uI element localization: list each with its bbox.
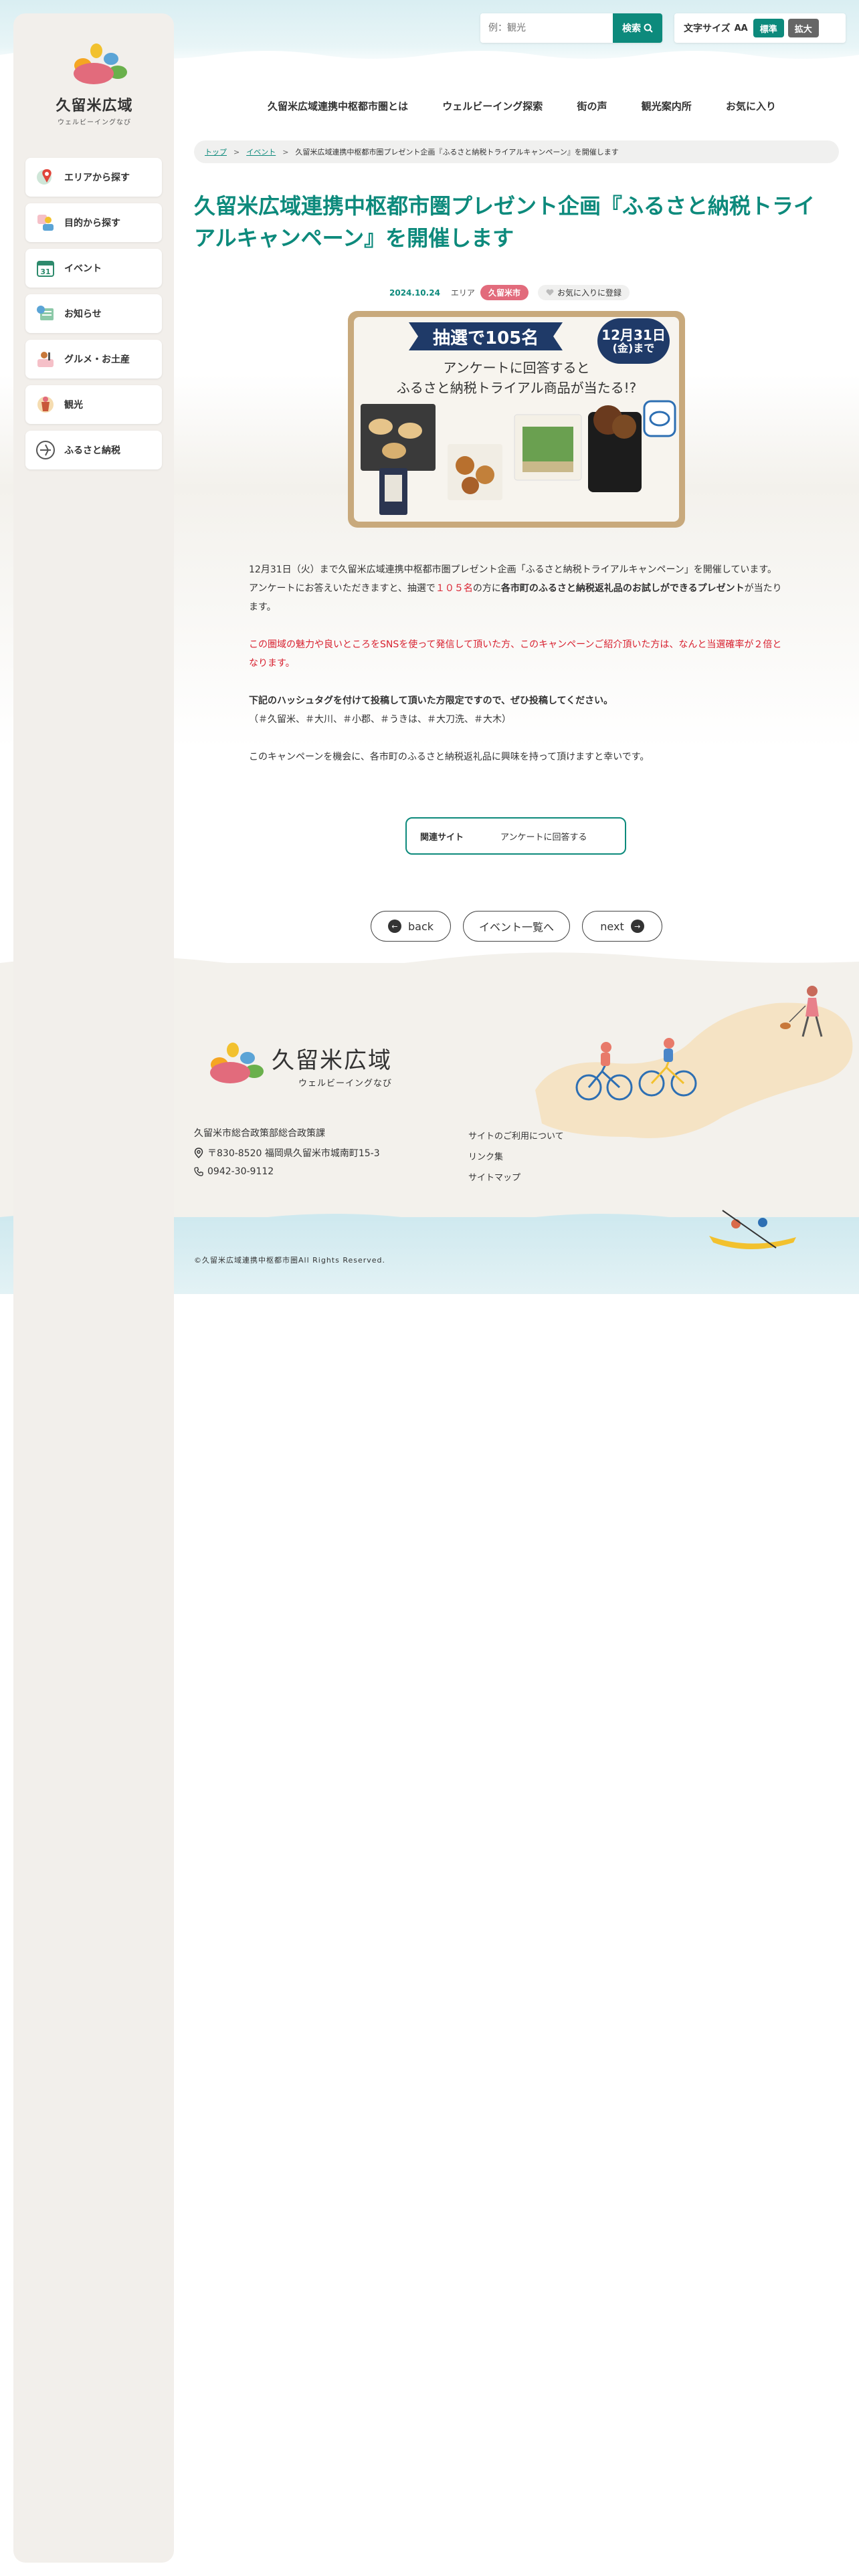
- breadcrumb-home[interactable]: トップ: [205, 146, 227, 157]
- sidebar-item-sightseeing[interactable]: 観光: [25, 385, 162, 424]
- area-tag[interactable]: 久留米市: [480, 285, 529, 300]
- hero-image: 抽選で105名 12月31日 (金)まで アンケートに回答すると ふるさと納税ト…: [348, 311, 685, 528]
- search-input[interactable]: [480, 13, 613, 43]
- product-photos: [361, 400, 676, 515]
- hero-line1: アンケートに回答すると: [443, 360, 590, 376]
- favorite-button[interactable]: お気に入りに登録: [537, 285, 630, 300]
- news-icon: [33, 302, 58, 326]
- search-box: 検索: [480, 13, 662, 43]
- sidebar-item-event[interactable]: 31 イベント: [25, 249, 162, 288]
- sidebar-item-label: グルメ・お土産: [64, 354, 130, 365]
- search-icon: [644, 23, 653, 33]
- paragraph: 下記のハッシュタグを付けて投稿して頂いた方限定ですので、ぜひ投稿してください。 …: [249, 695, 613, 725]
- sightseeing-icon: [33, 393, 58, 417]
- article-meta: 2024.10.24 エリア 久留米市 お気に入りに登録: [389, 285, 630, 300]
- footer-links: サイトのご利用について リンク集 サイトマップ: [468, 1126, 564, 1188]
- footer-link-links[interactable]: リンク集: [468, 1147, 564, 1168]
- font-size-large-button[interactable]: 拡大: [787, 19, 819, 37]
- survey-link[interactable]: アンケートに回答する: [500, 830, 587, 843]
- nav-about[interactable]: 久留米広域連携中枢都市圏とは: [268, 99, 408, 113]
- people-icon: [33, 211, 58, 235]
- font-size-icon: AA: [734, 23, 748, 33]
- map-pin-icon: [33, 165, 58, 189]
- related-sites-label: 関連サイト: [420, 832, 464, 843]
- article-body: 12月31日（火）まで久留米広域連携中枢都市圏プレゼント企画「ふるさと納税トライ…: [249, 560, 784, 785]
- breadcrumb: トップ > イベント > 久留米広域連携中枢都市圏プレゼント企画『ふるさと納税ト…: [194, 140, 839, 163]
- sidebar-item-purpose[interactable]: 目的から探す: [25, 203, 162, 242]
- breadcrumb-current: 久留米広域連携中枢都市圏プレゼント企画『ふるさと納税トライアルキャンペーン』を開…: [295, 148, 619, 156]
- nav-favorites[interactable]: お気に入り: [726, 99, 776, 113]
- svg-text:31: 31: [40, 267, 50, 276]
- site-logo[interactable]: 久留米広域 ウェルビーイングなび: [44, 41, 145, 126]
- canoe-icon: [709, 1210, 796, 1249]
- footer-org: 久留米市総合政策部総合政策課: [194, 1128, 325, 1139]
- sidebar-item-news[interactable]: お知らせ: [25, 294, 162, 333]
- breadcrumb-category[interactable]: イベント: [246, 146, 276, 157]
- logo-mark-icon: [74, 43, 127, 84]
- arrow-right-icon: →: [630, 920, 644, 933]
- page-title: 久留米広域連携中枢都市圏プレゼント企画『ふるさと納税トライアルキャンペーン』を開…: [194, 193, 816, 251]
- sidebar-item-label: お知らせ: [64, 309, 102, 320]
- copyright: ©久留米広域連携中枢都市圏All Rights Reserved.: [194, 1256, 386, 1265]
- next-button[interactable]: next →: [582, 911, 662, 942]
- nav-wellbeing[interactable]: ウェルビーイング探索: [442, 99, 543, 113]
- breadcrumb-separator: >: [282, 147, 289, 156]
- pager: ← back イベント一覧へ next →: [371, 911, 662, 942]
- event-list-button[interactable]: イベント一覧へ: [463, 911, 570, 942]
- footer-tel: 0942-30-9112: [194, 1166, 274, 1177]
- sidebar-item-area[interactable]: エリアから探す: [25, 158, 162, 197]
- area-label: エリア: [450, 288, 475, 298]
- paragraph: 12月31日（火）まで久留米広域連携中枢都市圏プレゼント企画「ふるさと納税トライ…: [249, 564, 782, 613]
- paragraph: このキャンペーンを機会に、各市町のふるさと納税返礼品に興味を持って頂けますと幸い…: [249, 752, 650, 762]
- footer-tagline: ウェルビーイングなび: [298, 1079, 392, 1089]
- hero-banner: 抽選で105名: [408, 322, 563, 350]
- sidebar-item-label: イベント: [64, 263, 102, 274]
- sidebar-item-furusato[interactable]: ふるさと納税: [25, 431, 162, 469]
- footer-link-sitemap[interactable]: サイトマップ: [468, 1168, 564, 1188]
- site-tagline: ウェルビーイングなび: [58, 119, 131, 126]
- back-button[interactable]: ← back: [371, 911, 451, 942]
- sidebar-item-label: エリアから探す: [64, 173, 130, 183]
- search-button[interactable]: 検索: [613, 13, 662, 43]
- phone-icon: [194, 1167, 203, 1176]
- sidebar-item-label: 目的から探す: [64, 218, 120, 229]
- footer-link-terms[interactable]: サイトのご利用について: [468, 1126, 564, 1147]
- font-size-label: 文字サイズ: [684, 23, 731, 34]
- heart-icon: [546, 289, 554, 296]
- footer-site-name: 久留米広域: [272, 1047, 392, 1074]
- footer-address: 〒830-8520 福岡県久留米市城南町15-3: [194, 1146, 380, 1160]
- footer-illustration: [535, 986, 853, 1249]
- furusato-icon: [33, 438, 58, 462]
- arrow-left-icon: ←: [387, 920, 401, 933]
- hero-line2: ふるさと納税トライアル商品が当たる!?: [396, 380, 637, 396]
- footer-logo[interactable]: 久留米広域 ウェルビーイングなび: [194, 1041, 392, 1089]
- gourmet-icon: [33, 347, 58, 371]
- sidebar-item-label: 観光: [64, 400, 83, 411]
- sidebar: 久留米広域 ウェルビーイングなび エリアから探す 目的から探す 31 イベント: [13, 13, 174, 2563]
- breadcrumb-separator: >: [233, 147, 240, 156]
- global-nav: 久留米広域連携中枢都市圏とは ウェルビーイング探索 街の声 観光案内所 お気に入…: [268, 99, 776, 113]
- font-size-switcher: 文字サイズ AA 標準 拡大: [674, 13, 846, 43]
- location-pin-icon: [194, 1148, 203, 1158]
- nav-voices[interactable]: 街の声: [577, 99, 607, 113]
- nav-tourist-info[interactable]: 観光案内所: [642, 99, 692, 113]
- sidebar-nav: エリアから探す 目的から探す 31 イベント お知らせ グルメ・お土産 観光 ふ…: [25, 158, 162, 476]
- font-size-standard-button[interactable]: 標準: [753, 19, 784, 37]
- paragraph-emphasis: この圏域の魅力や良いところをSNSを使って発信して頂いた方、このキャンペーンご紹…: [249, 639, 782, 669]
- related-sites: 関連サイト アンケートに回答する: [405, 817, 626, 855]
- calendar-icon: 31: [33, 256, 58, 280]
- article-date: 2024.10.24: [389, 288, 440, 298]
- site-name: 久留米広域: [56, 98, 133, 114]
- sidebar-item-gourmet[interactable]: グルメ・お土産: [25, 340, 162, 379]
- logo-mark-icon: [210, 1043, 264, 1083]
- sidebar-item-label: ふるさと納税: [64, 445, 120, 456]
